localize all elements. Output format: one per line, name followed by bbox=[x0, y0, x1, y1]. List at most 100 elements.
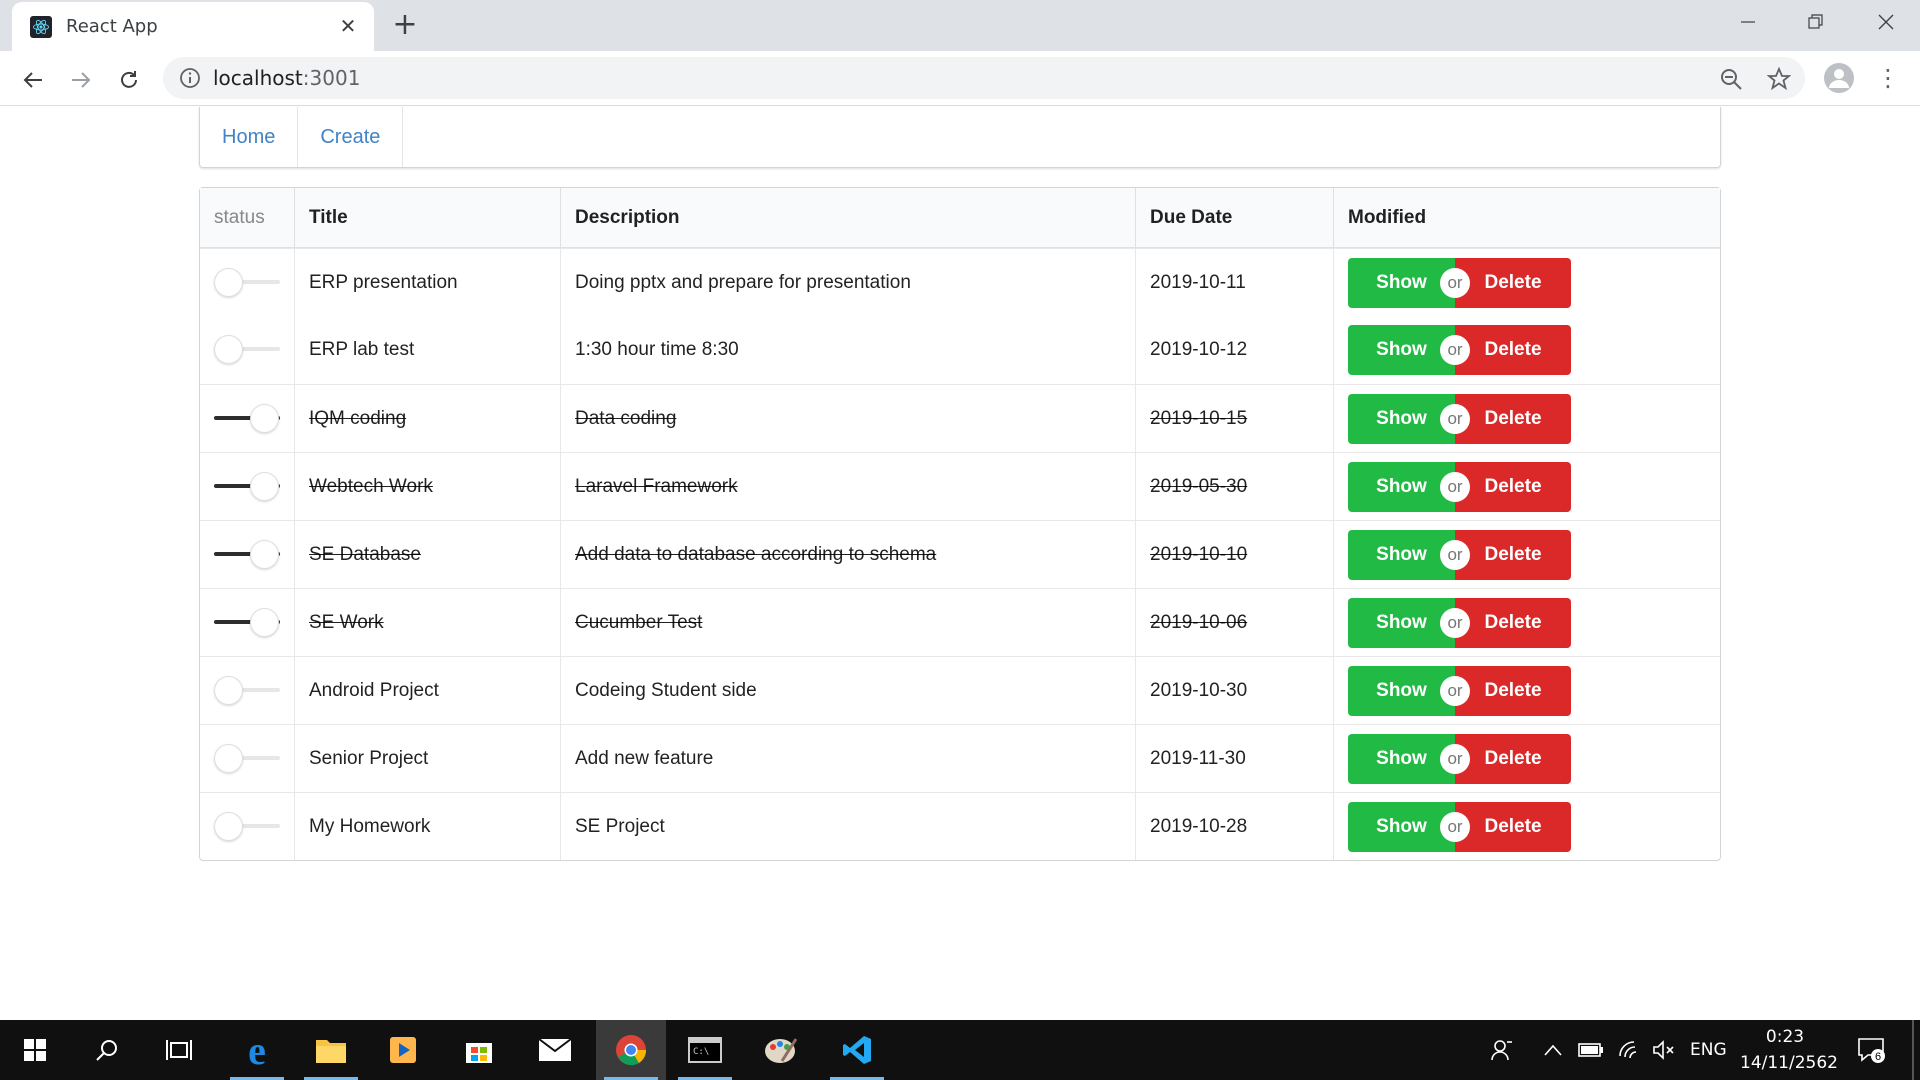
description-cell: 1:30 hour time 8:30 bbox=[560, 316, 1135, 384]
menu-item-create[interactable]: Create bbox=[298, 107, 404, 167]
status-cell bbox=[200, 248, 294, 316]
store-icon[interactable] bbox=[444, 1020, 514, 1080]
header-due-date: Due Date bbox=[1135, 188, 1333, 248]
delete-button[interactable]: Delete bbox=[1455, 597, 1571, 648]
tab-close-icon[interactable]: ✕ bbox=[336, 14, 360, 38]
system-clock[interactable]: 0:23 14/11/2562 bbox=[1740, 1024, 1838, 1076]
header-title: Title bbox=[294, 188, 560, 248]
battery-icon[interactable] bbox=[1578, 1020, 1604, 1080]
start-icon[interactable] bbox=[0, 1020, 70, 1080]
show-desktop-button[interactable] bbox=[1912, 1020, 1914, 1080]
show-button[interactable]: Show bbox=[1348, 665, 1455, 716]
toggle-knob bbox=[214, 267, 243, 297]
forward-arrow-icon[interactable] bbox=[64, 63, 98, 97]
action-button-group: Show Delete or bbox=[1348, 801, 1571, 852]
status-toggle[interactable] bbox=[214, 607, 280, 638]
toggle-knob bbox=[250, 539, 279, 569]
show-button[interactable]: Show bbox=[1348, 597, 1455, 648]
minimize-window-button[interactable] bbox=[1728, 8, 1768, 38]
status-toggle[interactable] bbox=[214, 403, 280, 434]
page-content: Home Create status Title Description Due… bbox=[0, 107, 1920, 1020]
title-cell: ERP lab test bbox=[294, 316, 560, 384]
status-cell bbox=[200, 792, 294, 860]
status-cell bbox=[200, 384, 294, 452]
action-button-group: Show Delete or bbox=[1348, 733, 1571, 784]
table-row: Android Project Codeing Student side 201… bbox=[200, 656, 1720, 724]
zoom-icon[interactable] bbox=[1719, 67, 1743, 95]
or-separator: or bbox=[1440, 675, 1470, 706]
paint-icon[interactable] bbox=[746, 1020, 816, 1080]
status-toggle[interactable] bbox=[214, 471, 280, 502]
file-explorer-icon[interactable] bbox=[296, 1020, 366, 1080]
status-toggle[interactable] bbox=[214, 335, 280, 365]
reload-icon[interactable] bbox=[112, 63, 146, 97]
menu-item-home[interactable]: Home bbox=[200, 107, 299, 167]
volume-muted-icon[interactable] bbox=[1652, 1020, 1676, 1080]
table-row: SE Work Cucumber Test 2019-10-06 Show De… bbox=[200, 588, 1720, 656]
language-indicator[interactable]: ENG bbox=[1690, 1020, 1727, 1080]
back-arrow-icon[interactable] bbox=[16, 63, 50, 97]
due-date-cell: 2019-10-15 bbox=[1135, 384, 1333, 452]
delete-button[interactable]: Delete bbox=[1455, 529, 1571, 580]
url-host: localhost bbox=[213, 66, 303, 90]
media-player-icon[interactable] bbox=[368, 1020, 438, 1080]
toggle-knob bbox=[214, 335, 243, 364]
vscode-icon[interactable] bbox=[822, 1020, 892, 1080]
status-toggle[interactable] bbox=[214, 675, 280, 706]
delete-button[interactable]: Delete bbox=[1455, 461, 1571, 512]
address-bar[interactable]: localhost:3001 bbox=[163, 57, 1805, 99]
status-toggle[interactable] bbox=[214, 811, 280, 842]
terminal-icon[interactable]: C:\ bbox=[670, 1020, 740, 1080]
new-tab-button[interactable]: + bbox=[390, 10, 420, 41]
due-date-cell: 2019-10-11 bbox=[1135, 248, 1333, 316]
toggle-knob bbox=[214, 675, 243, 705]
status-toggle[interactable] bbox=[214, 267, 280, 298]
status-toggle[interactable] bbox=[214, 539, 280, 570]
delete-button[interactable]: Delete bbox=[1455, 325, 1571, 375]
delete-button[interactable]: Delete bbox=[1455, 733, 1571, 784]
browser-menu-icon[interactable]: ⋮ bbox=[1876, 63, 1900, 93]
table-row: SE Database Add data to database accordi… bbox=[200, 520, 1720, 588]
notification-center-icon[interactable]: 6 bbox=[1856, 1020, 1886, 1080]
due-date-cell: 2019-10-12 bbox=[1135, 316, 1333, 384]
browser-tab[interactable]: React App ✕ bbox=[12, 2, 374, 51]
show-button[interactable]: Show bbox=[1348, 257, 1455, 308]
due-date-cell: 2019-10-30 bbox=[1135, 656, 1333, 724]
show-button[interactable]: Show bbox=[1348, 461, 1455, 512]
mail-icon[interactable] bbox=[520, 1020, 590, 1080]
delete-button[interactable]: Delete bbox=[1455, 665, 1571, 716]
description-cell: Codeing Student side bbox=[560, 656, 1135, 724]
chevron-up-icon[interactable] bbox=[1544, 1020, 1562, 1080]
delete-button[interactable]: Delete bbox=[1455, 393, 1571, 444]
chrome-icon[interactable] bbox=[596, 1020, 666, 1080]
task-view-icon[interactable] bbox=[144, 1020, 214, 1080]
show-button[interactable]: Show bbox=[1348, 733, 1455, 784]
edge-icon[interactable]: e bbox=[222, 1020, 292, 1080]
status-toggle[interactable] bbox=[214, 743, 280, 774]
or-separator: or bbox=[1440, 403, 1470, 434]
table-header-row: status Title Description Due Date Modifi… bbox=[200, 188, 1720, 248]
profile-avatar-icon[interactable] bbox=[1824, 63, 1854, 93]
status-cell bbox=[200, 588, 294, 656]
site-info-icon[interactable] bbox=[179, 67, 201, 93]
modified-cell: Show Delete or bbox=[1333, 520, 1720, 588]
table-row: Webtech Work Laravel Framework 2019-05-3… bbox=[200, 452, 1720, 520]
description-cell: Doing pptx and prepare for presentation bbox=[560, 248, 1135, 316]
search-icon[interactable] bbox=[72, 1020, 142, 1080]
or-separator: or bbox=[1440, 743, 1470, 774]
people-icon[interactable] bbox=[1490, 1020, 1514, 1080]
wifi-icon[interactable] bbox=[1618, 1020, 1642, 1080]
show-button[interactable]: Show bbox=[1348, 529, 1455, 580]
show-button[interactable]: Show bbox=[1348, 325, 1455, 375]
table-row: ERP lab test 1:30 hour time 8:30 2019-10… bbox=[200, 316, 1720, 384]
or-separator: or bbox=[1440, 539, 1470, 570]
restore-window-button[interactable] bbox=[1796, 8, 1836, 38]
close-window-button[interactable] bbox=[1866, 8, 1906, 38]
delete-button[interactable]: Delete bbox=[1455, 257, 1571, 308]
action-button-group: Show Delete or bbox=[1348, 325, 1571, 375]
toggle-knob bbox=[250, 403, 279, 433]
bookmark-star-icon[interactable] bbox=[1766, 66, 1792, 95]
show-button[interactable]: Show bbox=[1348, 801, 1455, 852]
show-button[interactable]: Show bbox=[1348, 393, 1455, 444]
delete-button[interactable]: Delete bbox=[1455, 801, 1571, 852]
